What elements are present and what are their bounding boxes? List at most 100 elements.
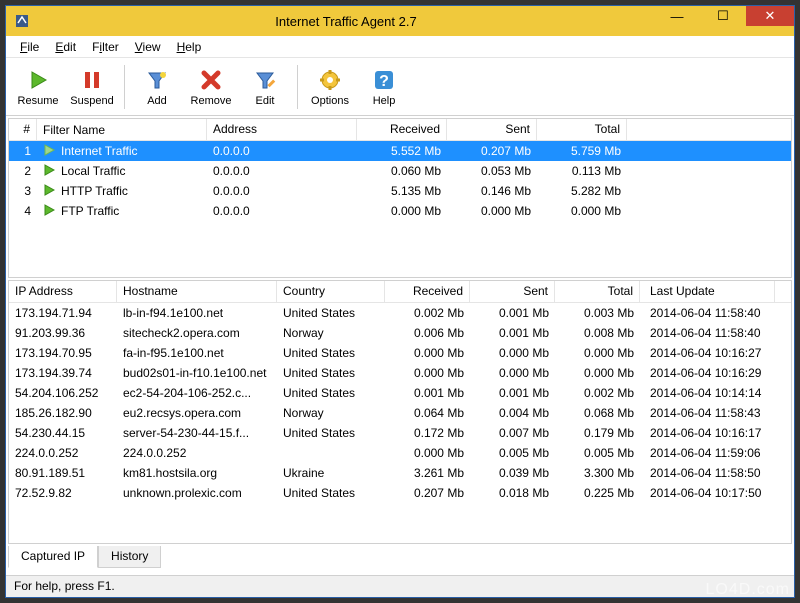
col-hostname[interactable]: Hostname <box>117 281 277 302</box>
filter-sent: 0.146 Mb <box>447 182 537 200</box>
col-total[interactable]: Total <box>555 281 640 302</box>
col-received[interactable]: Received <box>357 119 447 140</box>
filter-list: # Filter Name Address Received Sent Tota… <box>8 118 792 278</box>
bottom-tabs: Captured IP History <box>8 546 792 568</box>
col-filter-name[interactable]: Filter Name <box>37 119 207 140</box>
col-total[interactable]: Total <box>537 119 627 140</box>
menu-help[interactable]: Help <box>169 38 210 56</box>
ip-sent <box>470 511 555 515</box>
filter-number: 2 <box>9 162 37 180</box>
filter-received: 0.060 Mb <box>357 162 447 180</box>
filter-received: 5.552 Mb <box>357 142 447 160</box>
ip-address: 173.194.39.74 <box>9 364 117 382</box>
ip-row[interactable]: 224.0.0.252224.0.0.2520.000 Mb0.005 Mb0.… <box>9 443 791 463</box>
country: United States <box>277 304 385 322</box>
menu-edit[interactable]: Edit <box>47 38 84 56</box>
ip-total: 0.179 Mb <box>555 424 640 442</box>
ip-received: 0.064 Mb <box>385 404 470 422</box>
titlebar[interactable]: Internet Traffic Agent 2.7 — ☐ ✕ <box>6 6 794 36</box>
ip-received <box>385 511 470 515</box>
ip-row[interactable]: 80.91.189.51km81.hostsila.orgUkraine3.26… <box>9 463 791 483</box>
app-icon <box>14 13 30 29</box>
tab-captured-ip[interactable]: Captured IP <box>8 546 98 568</box>
ip-total: 0.008 Mb <box>555 324 640 342</box>
menu-file[interactable]: File <box>12 38 47 56</box>
filter-row[interactable]: 1Internet Traffic0.0.0.05.552 Mb0.207 Mb… <box>9 141 791 161</box>
filter-columns: # Filter Name Address Received Sent Tota… <box>9 119 791 141</box>
filter-address: 0.0.0.0 <box>207 202 357 220</box>
suspend-button[interactable]: Suspend <box>66 62 118 112</box>
ip-row[interactable] <box>9 503 791 523</box>
ip-row[interactable]: 72.52.9.82unknown.prolexic.comUnited Sta… <box>9 483 791 503</box>
resume-button[interactable]: Resume <box>12 62 64 112</box>
options-button[interactable]: Options <box>304 62 356 112</box>
ip-total: 0.005 Mb <box>555 444 640 462</box>
play-icon <box>43 164 55 179</box>
window-title: Internet Traffic Agent 2.7 <box>38 14 654 29</box>
remove-button[interactable]: Remove <box>185 62 237 112</box>
col-sent[interactable]: Sent <box>447 119 537 140</box>
hostname: fa-in-f95.1e100.net <box>117 344 277 362</box>
ip-received: 0.000 Mb <box>385 364 470 382</box>
ip-received: 0.000 Mb <box>385 444 470 462</box>
close-button[interactable]: ✕ <box>746 6 794 26</box>
filter-name-cell: Local Traffic <box>37 162 207 181</box>
add-button[interactable]: Add <box>131 62 183 112</box>
tab-history[interactable]: History <box>98 546 161 568</box>
ip-sent: 0.018 Mb <box>470 484 555 502</box>
filter-name-cell: HTTP Traffic <box>37 182 207 201</box>
hostname: unknown.prolexic.com <box>117 484 277 502</box>
last-update: 2014-06-04 10:16:27 <box>640 344 775 362</box>
ip-received: 0.002 Mb <box>385 304 470 322</box>
remove-icon <box>197 66 225 94</box>
last-update: 2014-06-04 10:17:50 <box>640 484 775 502</box>
filter-address: 0.0.0.0 <box>207 162 357 180</box>
hostname: ec2-54-204-106-252.c... <box>117 384 277 402</box>
filter-row[interactable]: 3HTTP Traffic0.0.0.05.135 Mb0.146 Mb5.28… <box>9 181 791 201</box>
ip-address <box>9 511 117 515</box>
country: United States <box>277 384 385 402</box>
ip-address: 173.194.70.95 <box>9 344 117 362</box>
ip-list: IP Address Hostname Country Received Sen… <box>8 280 792 544</box>
country: United States <box>277 364 385 382</box>
menu-view[interactable]: View <box>127 38 169 56</box>
filter-row[interactable]: 4FTP Traffic0.0.0.00.000 Mb0.000 Mb0.000… <box>9 201 791 221</box>
funnel-add-icon <box>143 66 171 94</box>
ip-sent: 0.001 Mb <box>470 384 555 402</box>
ip-row[interactable]: 54.204.106.252ec2-54-204-106-252.c...Uni… <box>9 383 791 403</box>
ip-row[interactable]: 173.194.39.74bud02s01-in-f10.1e100.netUn… <box>9 363 791 383</box>
maximize-button[interactable]: ☐ <box>700 6 746 26</box>
edit-button[interactable]: Edit <box>239 62 291 112</box>
ip-address: 54.230.44.15 <box>9 424 117 442</box>
ip-received: 0.000 Mb <box>385 344 470 362</box>
col-ip[interactable]: IP Address <box>9 281 117 302</box>
col-sent[interactable]: Sent <box>470 281 555 302</box>
col-country[interactable]: Country <box>277 281 385 302</box>
funnel-edit-icon <box>251 66 279 94</box>
play-icon <box>43 184 55 199</box>
filter-total: 0.000 Mb <box>537 202 627 220</box>
ip-rows-scrollable[interactable]: 173.194.71.94lb-in-f94.1e100.netUnited S… <box>9 303 791 544</box>
hostname: lb-in-f94.1e100.net <box>117 304 277 322</box>
help-button[interactable]: ? Help <box>358 62 410 112</box>
ip-total: 0.003 Mb <box>555 304 640 322</box>
ip-row[interactable]: 54.230.44.15server-54-230-44-15.f...Unit… <box>9 423 791 443</box>
col-number[interactable]: # <box>9 119 37 140</box>
col-received[interactable]: Received <box>385 281 470 302</box>
minimize-button[interactable]: — <box>654 6 700 26</box>
statusbar: For help, press F1. <box>6 575 794 597</box>
ip-row[interactable]: 173.194.71.94lb-in-f94.1e100.netUnited S… <box>9 303 791 323</box>
ip-total: 0.225 Mb <box>555 484 640 502</box>
ip-received: 3.261 Mb <box>385 464 470 482</box>
filter-name-cell: FTP Traffic <box>37 202 207 221</box>
col-last-update[interactable]: Last Update <box>640 281 775 302</box>
menu-filter[interactable]: Filter <box>84 38 127 56</box>
last-update: 2014-06-04 11:58:40 <box>640 324 775 342</box>
filter-row[interactable]: 2Local Traffic0.0.0.00.060 Mb0.053 Mb0.1… <box>9 161 791 181</box>
ip-row[interactable]: 185.26.182.90eu2.recsys.opera.comNorway0… <box>9 403 791 423</box>
ip-received: 0.172 Mb <box>385 424 470 442</box>
ip-total <box>555 511 640 515</box>
ip-row[interactable]: 91.203.99.36sitecheck2.opera.comNorway0.… <box>9 323 791 343</box>
ip-row[interactable]: 173.194.70.95fa-in-f95.1e100.netUnited S… <box>9 343 791 363</box>
col-address[interactable]: Address <box>207 119 357 140</box>
